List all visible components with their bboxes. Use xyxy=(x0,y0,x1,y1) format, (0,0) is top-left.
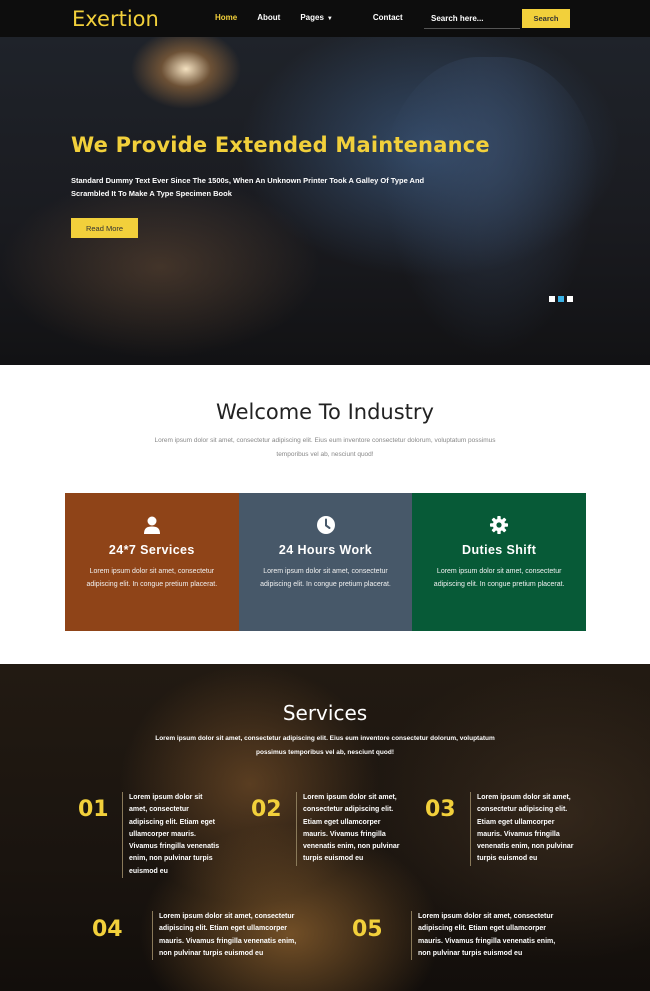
gear-icon xyxy=(490,516,509,534)
nav-about[interactable]: About xyxy=(257,13,280,22)
feature-box-services: 24*7 Services Lorem ipsum dolor sit amet… xyxy=(65,493,239,631)
service-text: Lorem ipsum dolor sit amet, consectetur … xyxy=(122,792,220,879)
search-button[interactable]: Search xyxy=(522,9,570,28)
feature-boxes: 24*7 Services Lorem ipsum dolor sit amet… xyxy=(65,493,587,631)
hero-slider: We Provide Extended Maintenance Standard… xyxy=(0,37,650,365)
hero-title: We Provide Extended Maintenance xyxy=(71,133,490,157)
feature-text: Lorem ipsum dolor sit amet, consectetur … xyxy=(260,568,391,588)
services-title: Services xyxy=(282,701,368,725)
nav-contact[interactable]: Contact xyxy=(373,13,403,22)
search-input[interactable] xyxy=(424,9,520,29)
service-number: 04 xyxy=(92,917,123,942)
feature-title: 24 Hours Work xyxy=(278,543,373,557)
service-text: Lorem ipsum dolor sit amet, consectetur … xyxy=(470,792,576,866)
service-number: 03 xyxy=(425,797,456,822)
service-text: Lorem ipsum dolor sit amet, consectetur … xyxy=(152,911,310,961)
slider-dots xyxy=(549,296,576,302)
service-text: Lorem ipsum dolor sit amet, consectetur … xyxy=(296,792,402,866)
feature-text: Lorem ipsum dolor sit amet, consectetur … xyxy=(433,568,565,588)
hero-welder-image xyxy=(380,57,600,357)
caret-down-icon: ▼ xyxy=(326,16,333,22)
nav-home[interactable]: Home xyxy=(215,13,237,22)
service-number: 01 xyxy=(78,797,109,822)
main-nav: Home About Pages ▼ Contact xyxy=(215,13,423,22)
feature-title: 24*7 Services xyxy=(108,543,195,557)
welcome-title: Welcome To Industry xyxy=(216,400,434,424)
slider-dot-3[interactable] xyxy=(567,296,573,302)
feature-box-hours: 24 Hours Work Lorem ipsum dolor sit amet… xyxy=(238,493,413,631)
user-icon xyxy=(143,516,160,534)
clock-icon xyxy=(316,516,335,534)
site-header: Exertion Home About Pages ▼ Contact Searc… xyxy=(0,0,650,37)
hero-text: Standard Dummy Text Ever Since The 1500s… xyxy=(71,176,425,198)
service-number: 02 xyxy=(251,797,282,822)
feature-box-shift: Duties Shift Lorem ipsum dolor sit amet,… xyxy=(412,493,587,631)
services-section: Services Lorem ipsum dolor sit amet, con… xyxy=(0,664,650,991)
service-number: 05 xyxy=(352,917,383,942)
services-text: Lorem ipsum dolor sit amet, consectetur … xyxy=(155,735,495,756)
nav-pages-label: Pages xyxy=(300,13,324,22)
feature-text: Lorem ipsum dolor sit amet, consectetur … xyxy=(86,568,218,588)
slider-dot-2[interactable] xyxy=(558,296,564,302)
service-text: Lorem ipsum dolor sit amet, consectetur … xyxy=(411,911,569,961)
nav-pages[interactable]: Pages ▼ xyxy=(300,13,353,22)
read-more-button[interactable]: Read More xyxy=(71,218,138,238)
welcome-text: Lorem ipsum dolor sit amet, consectetur … xyxy=(154,437,496,458)
site-logo[interactable]: Exertion xyxy=(72,7,159,31)
slider-dot-1[interactable] xyxy=(549,296,555,302)
feature-title: Duties Shift xyxy=(462,543,537,557)
